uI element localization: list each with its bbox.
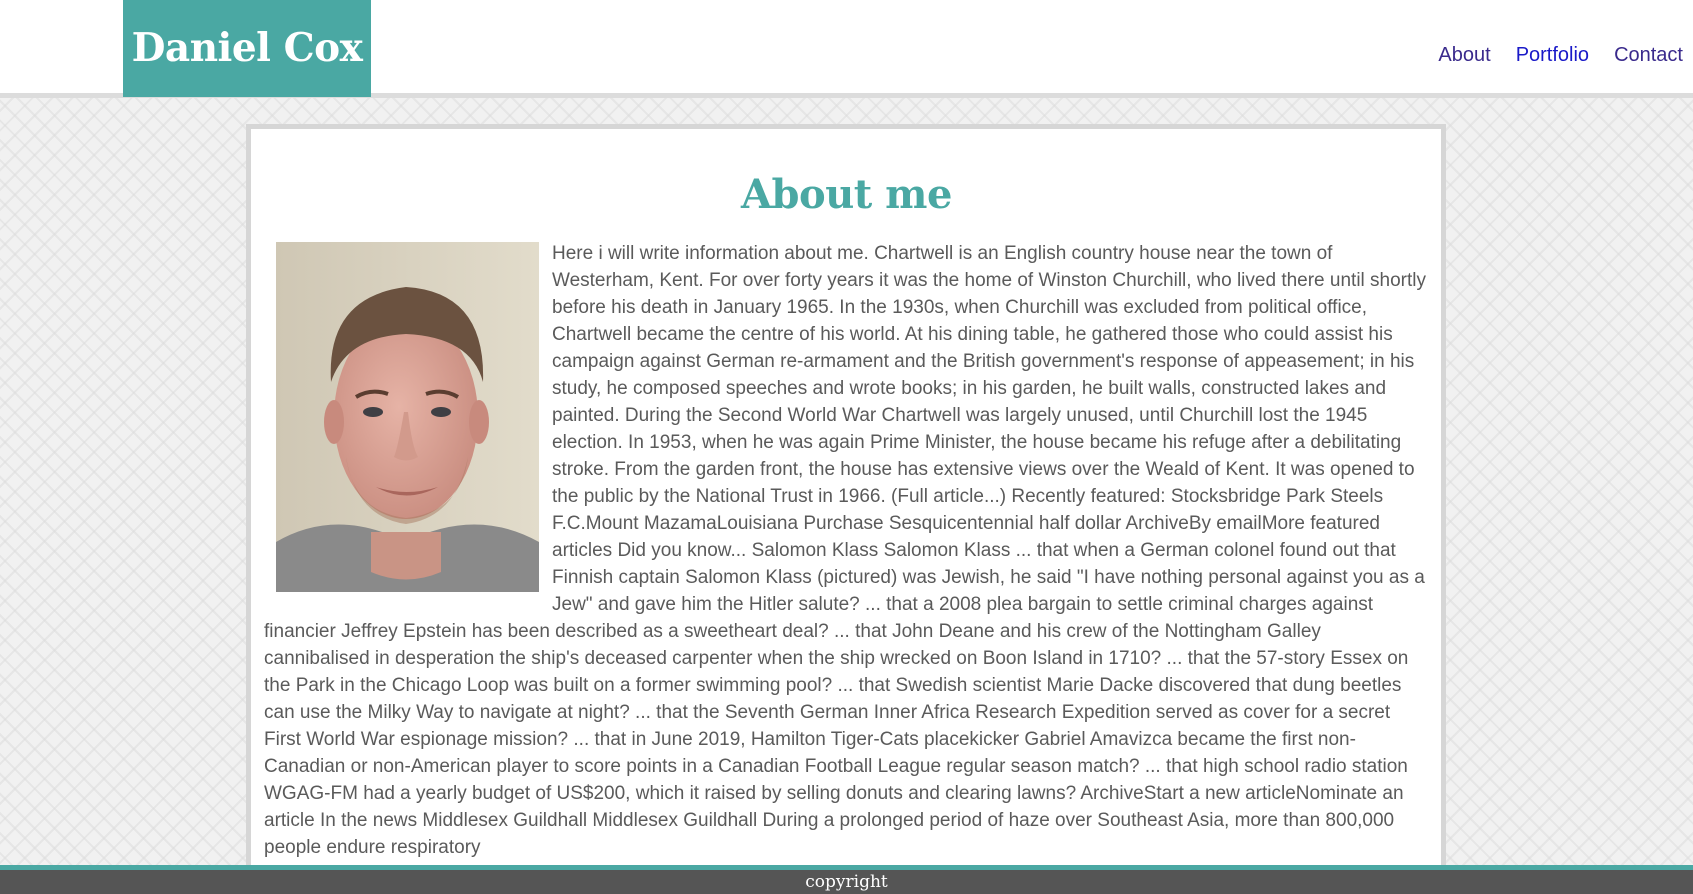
page-title: About me	[741, 171, 952, 218]
about-panel: About me Here i will write information a…	[246, 124, 1446, 874]
site-logo[interactable]: Daniel Cox	[123, 0, 371, 97]
copyright-text: copyright	[805, 872, 888, 892]
nav-link-about[interactable]: About	[1438, 44, 1490, 67]
profile-photo	[276, 242, 539, 592]
site-header: Daniel Cox About Portfolio Contact	[0, 0, 1693, 98]
nav-link-contact[interactable]: Contact	[1614, 44, 1683, 67]
site-footer: copyright	[0, 865, 1693, 894]
main-nav: About Portfolio Contact	[1413, 44, 1683, 67]
about-article: Here i will write information about me. …	[264, 240, 1429, 861]
nav-link-portfolio[interactable]: Portfolio	[1516, 44, 1589, 67]
profile-photo-illustration	[276, 242, 539, 592]
